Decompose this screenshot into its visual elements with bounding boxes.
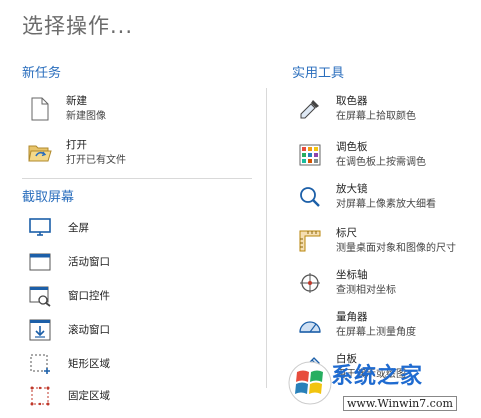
watermark-brand: 系统之家 [331,364,424,389]
palette-label: 调色板 [336,141,368,153]
scrolling-window-button[interactable]: 滚动窗口 [28,318,110,342]
crosshair-icon [298,271,322,295]
palette-button[interactable]: 调色板 在调色板上按需调色 [298,140,426,170]
scrolling-window-label: 滚动窗口 [68,323,110,336]
eyedropper-label: 取色器 [336,95,368,107]
ruler-icon [298,229,322,253]
rectangle-region-label: 矩形区域 [68,357,110,370]
page-title: 选择操作... [22,14,134,38]
protractor-label: 量角器 [336,311,368,323]
window-control-button[interactable]: 窗口控件 [28,284,110,308]
eyedropper-desc: 在屏幕上拾取颜色 [336,111,416,122]
fixed-region-button[interactable]: 固定区域 [28,384,110,408]
palette-icon [298,143,322,167]
open-button[interactable]: 打开 打开已有文件 [28,138,126,168]
open-folder-icon [28,141,52,165]
magnifier-button[interactable]: 放大镜 对屏幕上像素放大细看 [298,182,436,212]
capture-heading: 截取屏幕 [22,190,75,205]
left-divider [22,178,252,179]
watermark-url: www.Winwin7.com [343,396,457,411]
monitor-icon [28,216,52,240]
new-label: 新建 [66,95,87,107]
crosshair-label: 坐标轴 [336,269,368,281]
protractor-icon [298,313,322,337]
window-control-label: 窗口控件 [68,289,110,302]
new-document-icon [28,97,52,121]
tools-heading: 实用工具 [292,66,345,81]
magnifier-icon [298,185,322,209]
scrolling-window-icon [28,318,52,342]
fullscreen-button[interactable]: 全屏 [28,216,89,240]
ruler-desc: 测量桌面对象和图像的尺寸 [336,243,456,254]
active-window-label: 活动窗口 [68,255,110,268]
open-label: 打开 [66,139,87,151]
column-divider [266,88,267,388]
rectangle-region-icon [28,352,52,376]
active-window-icon [28,250,52,274]
eyedropper-button[interactable]: 取色器 在屏幕上拾取颜色 [298,94,416,124]
fullscreen-label: 全屏 [68,221,89,234]
eyedropper-icon [298,97,322,121]
windows-logo-icon [288,361,332,405]
fixed-region-label: 固定区域 [68,389,110,402]
fixed-region-icon [28,384,52,408]
watermark: 系统之家 www.Winwin7.com [287,352,481,418]
window-control-icon [28,284,52,308]
magnifier-label: 放大镜 [336,183,368,195]
crosshair-desc: 查测相对坐标 [336,285,396,296]
protractor-desc: 在屏幕上测量角度 [336,327,416,338]
open-desc: 打开已有文件 [66,155,126,166]
new-desc: 新建图像 [66,111,106,122]
new-task-heading: 新任务 [22,66,62,81]
rectangle-region-button[interactable]: 矩形区域 [28,352,110,376]
crosshair-button[interactable]: 坐标轴 查测相对坐标 [298,268,396,298]
ruler-button[interactable]: 标尺 测量桌面对象和图像的尺寸 [298,226,456,256]
active-window-button[interactable]: 活动窗口 [28,250,110,274]
protractor-button[interactable]: 量角器 在屏幕上测量角度 [298,310,416,340]
new-button[interactable]: 新建 新建图像 [28,94,106,124]
ruler-label: 标尺 [336,227,357,239]
palette-desc: 在调色板上按需调色 [336,157,426,168]
magnifier-desc: 对屏幕上像素放大细看 [336,199,436,210]
